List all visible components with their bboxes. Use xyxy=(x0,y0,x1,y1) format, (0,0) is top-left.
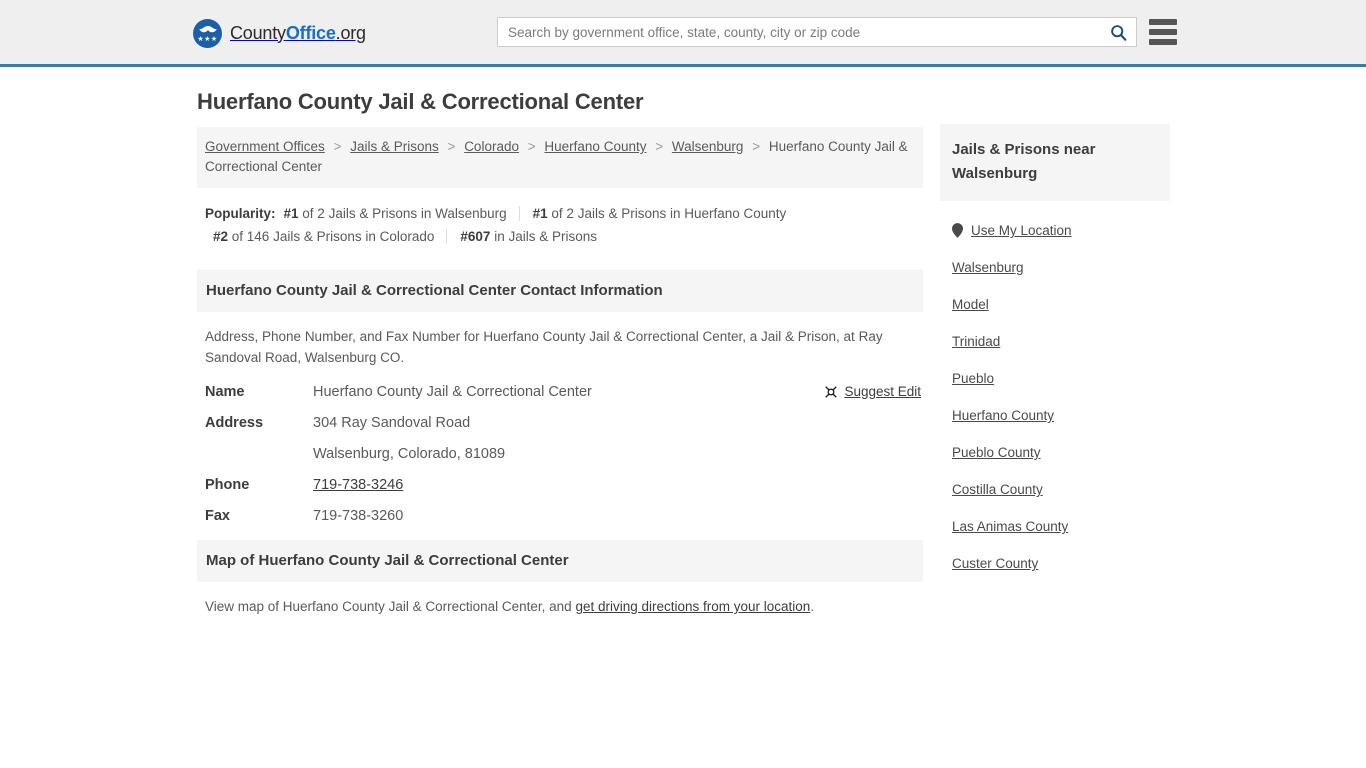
popularity-rank-value: #607 xyxy=(460,229,491,244)
hamburger-menu-button[interactable] xyxy=(1149,19,1177,45)
map-desc-text-after: . xyxy=(810,599,815,614)
detail-label-phone: Phone xyxy=(205,477,250,493)
search-button[interactable] xyxy=(1100,18,1136,46)
eagle-icon xyxy=(198,25,217,32)
breadcrumb-item-colorado[interactable]: Colorado xyxy=(464,139,519,154)
map-desc-text-before: View map of Huerfano County Jail & Corre… xyxy=(205,599,576,614)
popularity-rank-walsenburg: #1 of 2 Jails & Prisons in Walsenburg xyxy=(284,206,519,221)
sidebar: Jails & Prisons near Walsenburg Use My L… xyxy=(940,124,1170,571)
site-header: ★★★ CountyOffice.org xyxy=(0,0,1366,67)
popularity-rank-text: of 2 Jails & Prisons in Walsenburg xyxy=(298,206,507,221)
hamburger-bar-2 xyxy=(1149,29,1177,35)
breadcrumb: Government Offices > Jails & Prisons > C… xyxy=(197,127,923,188)
detail-label-address: Address xyxy=(205,415,264,431)
detail-value-name: Huerfano County Jail & Correctional Cent… xyxy=(313,384,592,400)
detail-value-fax: 719-738-3260 xyxy=(313,508,404,524)
logo-text-county: County xyxy=(230,22,286,43)
popularity-rank-value: #1 xyxy=(532,206,548,221)
detail-value-address-city: Walsenburg, Colorado, 81089 xyxy=(313,446,506,462)
contact-details-table: Suggest Edit Name Huerfano County Jail &… xyxy=(197,384,923,524)
sidebar-heading: Jails & Prisons near Walsenburg xyxy=(940,124,1170,201)
popularity-section: Popularity: #1 of 2 Jails & Prisons in Wa… xyxy=(197,188,923,254)
detail-row-address-city: Walsenburg, Colorado, 81089 xyxy=(205,446,915,462)
driving-directions-link[interactable]: get driving directions from your locatio… xyxy=(575,599,810,614)
sidebar-item-label: Walsenburg xyxy=(952,260,1024,275)
breadcrumb-item-jails-prisons[interactable]: Jails & Prisons xyxy=(350,139,439,154)
sidebar-item-label: Pueblo County xyxy=(952,445,1041,460)
suggest-edit-label: Suggest Edit xyxy=(844,384,921,399)
hamburger-bar-3 xyxy=(1149,39,1177,45)
sidebar-item-label: Model xyxy=(952,297,989,312)
detail-row-address: Address 304 Ray Sandoval Road xyxy=(205,415,915,431)
breadcrumb-separator: > xyxy=(527,139,536,154)
logo-text-office: Office xyxy=(285,22,336,43)
search-box[interactable] xyxy=(497,17,1137,47)
main-content: Huerfano County Jail & Correctional Cent… xyxy=(197,89,923,617)
phone-link[interactable]: 719-738-3246 xyxy=(313,477,403,493)
countyoffice-logo-icon: ★★★ xyxy=(193,18,222,48)
sidebar-item-use-my-location[interactable]: Use My Location xyxy=(952,223,1158,238)
detail-row-phone: Phone 719-738-3246 xyxy=(205,477,915,493)
sidebar-item-label: Pueblo xyxy=(952,371,995,386)
popularity-rank-colorado: #2 of 146 Jails & Prisons in Colorado xyxy=(213,229,446,244)
detail-label-fax: Fax xyxy=(205,508,230,524)
detail-row-name: Name Huerfano County Jail & Correctional… xyxy=(205,384,915,400)
popularity-rank-text: in Jails & Prisons xyxy=(490,229,597,244)
map-section-heading: Map of Huerfano County Jail & Correction… xyxy=(197,540,923,582)
sidebar-item-huerfano-county[interactable]: Huerfano County xyxy=(952,408,1158,423)
map-pin-icon xyxy=(952,223,963,238)
sidebar-item-label: Trinidad xyxy=(952,334,1001,349)
search-input[interactable] xyxy=(498,18,1100,46)
sidebar-item-custer-county[interactable]: Custer County xyxy=(952,556,1158,571)
popularity-rank-text: of 146 Jails & Prisons in Colorado xyxy=(228,229,435,244)
popularity-row-2: #2 of 146 Jails & Prisons in Colorado #60… xyxy=(213,225,915,248)
sidebar-item-label: Huerfano County xyxy=(952,408,1055,423)
detail-row-fax: Fax 719-738-3260 xyxy=(205,508,915,524)
breadcrumb-separator: > xyxy=(655,139,664,154)
map-section-description: View map of Huerfano County Jail & Corre… xyxy=(197,582,923,617)
logo-text-org: .org xyxy=(335,22,366,43)
hamburger-bar-1 xyxy=(1149,19,1177,25)
sidebar-item-label: Custer County xyxy=(952,556,1039,571)
sidebar-item-costilla-county[interactable]: Costilla County xyxy=(952,482,1158,497)
breadcrumb-separator: > xyxy=(752,139,761,154)
detail-value-phone: 719-738-3246 xyxy=(313,477,403,493)
sidebar-item-pueblo[interactable]: Pueblo xyxy=(952,371,1158,386)
page-title: Huerfano County Jail & Correctional Cent… xyxy=(197,89,644,114)
breadcrumb-item-government-offices[interactable]: Government Offices xyxy=(205,139,325,154)
search-icon xyxy=(1110,24,1126,41)
sidebar-item-pueblo-county[interactable]: Pueblo County xyxy=(952,445,1158,460)
popularity-rank-huerfano-county: #1 of 2 Jails & Prisons in Huerfano Coun… xyxy=(518,206,799,221)
popularity-rank-text: of 2 Jails & Prisons in Huerfano County xyxy=(547,206,787,221)
sidebar-item-las-animas-county[interactable]: Las Animas County xyxy=(952,519,1158,534)
detail-label-name: Name xyxy=(205,384,245,400)
sidebar-item-walsenburg[interactable]: Walsenburg xyxy=(952,260,1158,275)
contact-information-heading: Huerfano County Jail & Correctional Cent… xyxy=(197,270,923,312)
sidebar-item-label: Use My Location xyxy=(971,223,1072,238)
breadcrumb-separator: > xyxy=(333,139,342,154)
site-logo[interactable]: ★★★ CountyOffice.org xyxy=(193,18,366,48)
popularity-rank-overall: #607 in Jails & Prisons xyxy=(446,229,609,244)
sidebar-item-model[interactable]: Model xyxy=(952,297,1158,312)
detail-value-address-street: 304 Ray Sandoval Road xyxy=(313,415,471,431)
breadcrumb-item-huerfano-county[interactable]: Huerfano County xyxy=(544,139,646,154)
sidebar-item-trinidad[interactable]: Trinidad xyxy=(952,334,1158,349)
breadcrumb-separator: > xyxy=(447,139,456,154)
logo-stars: ★★★ xyxy=(197,35,218,43)
logo-text: CountyOffice.org xyxy=(230,23,366,44)
sidebar-item-label: Las Animas County xyxy=(952,519,1069,534)
breadcrumb-item-walsenburg[interactable]: Walsenburg xyxy=(672,139,744,154)
suggest-edit-link[interactable]: Suggest Edit xyxy=(824,384,921,399)
popularity-rank-value: #2 xyxy=(213,229,229,244)
popularity-label: Popularity: xyxy=(205,206,276,221)
suggest-edit-icon xyxy=(825,385,838,398)
popularity-rank-value: #1 xyxy=(283,206,299,221)
contact-information-description: Address, Phone Number, and Fax Number fo… xyxy=(205,329,883,365)
sidebar-item-label: Costilla County xyxy=(952,482,1043,497)
sidebar-link-list: Use My Location Walsenburg Model Trinida… xyxy=(940,223,1170,571)
